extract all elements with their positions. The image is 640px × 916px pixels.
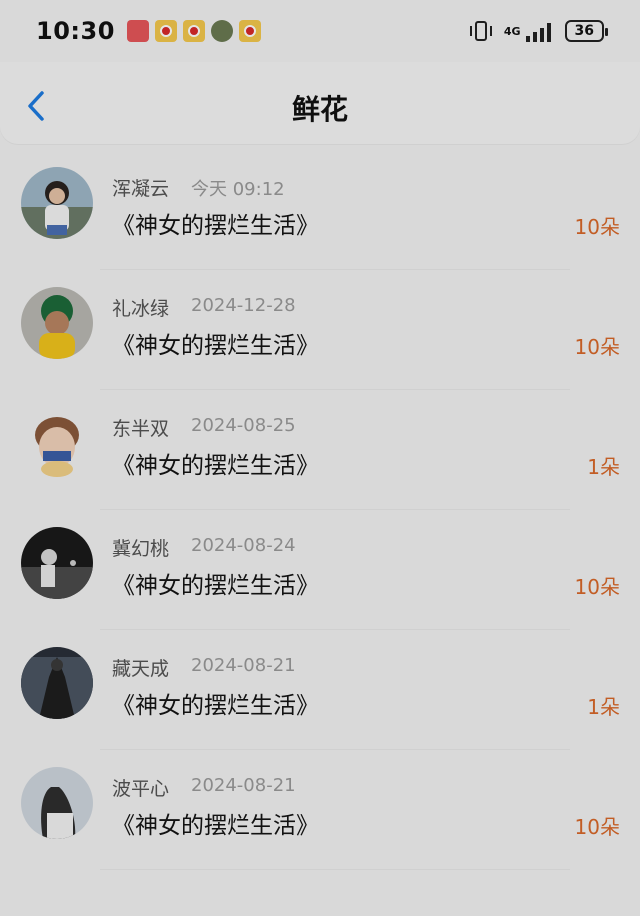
gift-date: 2024-08-21 xyxy=(191,775,296,796)
list-item[interactable]: 波平心 2024-08-21 《神女的摆烂生活》 10朵 xyxy=(0,750,640,870)
user-name: 礼冰绿 xyxy=(112,298,170,320)
avatar[interactable] xyxy=(21,647,93,719)
flower-count: 10朵 xyxy=(574,815,620,839)
gift-date: 2024-08-21 xyxy=(191,655,296,676)
book-title[interactable]: 《神女的摆烂生活》 xyxy=(112,566,319,600)
list-item[interactable]: 东半双 2024-08-25 《神女的摆烂生活》 1朵 xyxy=(0,390,640,510)
gift-date: 今天 09:12 xyxy=(191,179,285,200)
avatar[interactable] xyxy=(21,407,93,479)
list-item[interactable]: 浑凝云 今天 09:12 《神女的摆烂生活》 10朵 xyxy=(0,150,640,270)
battery-icon: 36 xyxy=(564,20,609,42)
divider xyxy=(100,869,570,870)
status-bar: 10:30 4G 36 xyxy=(0,0,640,62)
game-avatar-icon xyxy=(210,20,233,42)
signal-icon: 4G xyxy=(504,20,555,42)
avatar[interactable] xyxy=(21,167,93,239)
user-name: 藏天成 xyxy=(112,658,170,680)
network-type: 4G xyxy=(503,24,521,38)
header: 鲜花 xyxy=(0,62,640,144)
status-left: 10:30 xyxy=(36,17,261,45)
flower-list: 浑凝云 今天 09:12 《神女的摆烂生活》 10朵 礼冰绿 2024-12-2… xyxy=(0,150,640,870)
red-app-icon xyxy=(126,20,149,42)
user-name: 冀幻桃 xyxy=(112,538,170,560)
book-title[interactable]: 《神女的摆烂生活》 xyxy=(112,446,319,480)
battery-level: 36 xyxy=(574,23,594,39)
list-item[interactable]: 冀幻桃 2024-08-24 《神女的摆烂生活》 10朵 xyxy=(0,510,640,630)
user-name: 波平心 xyxy=(112,778,170,800)
user-name: 东半双 xyxy=(112,418,170,440)
flower-count: 1朵 xyxy=(587,455,620,479)
flower-count: 10朵 xyxy=(574,575,620,599)
flower-count: 10朵 xyxy=(574,335,620,359)
book-title[interactable]: 《神女的摆烂生活》 xyxy=(112,326,319,360)
list-item[interactable]: 藏天成 2024-08-21 《神女的摆烂生活》 1朵 xyxy=(0,630,640,750)
avatar[interactable] xyxy=(21,287,93,359)
status-time: 10:30 xyxy=(36,17,115,45)
status-right: 4G 36 xyxy=(468,20,609,42)
book-title[interactable]: 《神女的摆烂生活》 xyxy=(112,206,319,240)
user-name: 浑凝云 xyxy=(112,178,170,200)
screen: 10:30 4G 36 鲜花 浑凝云 今天 09:12 《神女的摆烂生活》 10… xyxy=(0,0,640,916)
vibrate-icon xyxy=(468,20,494,42)
weibo-icon xyxy=(238,20,261,42)
gift-date: 2024-08-24 xyxy=(191,535,296,556)
gift-date: 2024-12-28 xyxy=(191,295,296,316)
weibo-icon xyxy=(182,20,205,42)
book-title[interactable]: 《神女的摆烂生活》 xyxy=(112,686,319,720)
avatar[interactable] xyxy=(21,767,93,839)
weibo-icon xyxy=(154,20,177,42)
avatar[interactable] xyxy=(21,527,93,599)
list-item[interactable]: 礼冰绿 2024-12-28 《神女的摆烂生活》 10朵 xyxy=(0,270,640,390)
book-title[interactable]: 《神女的摆烂生活》 xyxy=(112,806,319,840)
flower-count: 10朵 xyxy=(574,215,620,239)
page-title: 鲜花 xyxy=(291,93,348,126)
flower-count: 1朵 xyxy=(587,695,620,719)
gift-date: 2024-08-25 xyxy=(191,415,296,436)
